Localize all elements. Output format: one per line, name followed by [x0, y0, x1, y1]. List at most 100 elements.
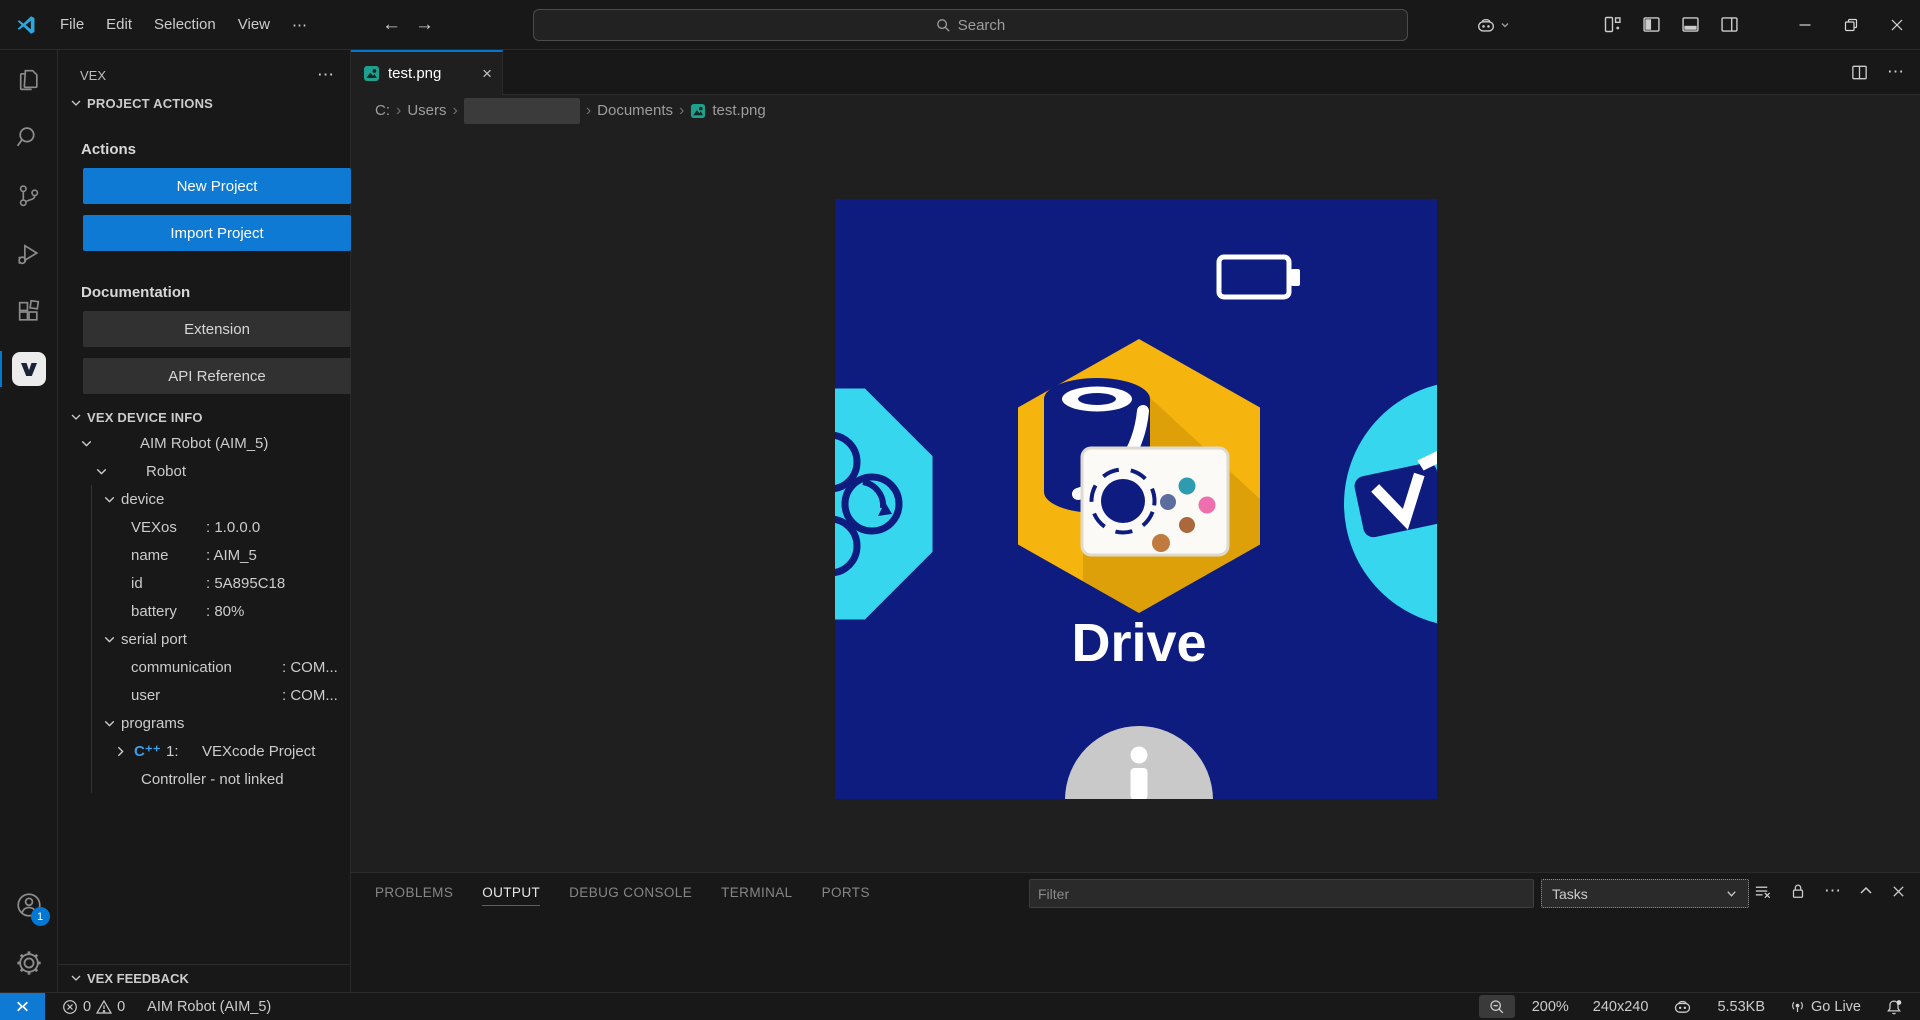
- tree-row[interactable]: AIM Robot (AIM_5): [58, 429, 350, 457]
- image-preview-editor: Drive: [351, 126, 1920, 872]
- import-project-button[interactable]: Import Project: [83, 215, 351, 251]
- chevron-down-icon: [101, 631, 118, 648]
- tree-value: : 1.0.0.0: [206, 519, 260, 536]
- panel-tab-terminal[interactable]: TERMINAL: [721, 881, 792, 906]
- bell-icon: [1885, 998, 1903, 1016]
- breadcrumb-drive[interactable]: C:: [375, 102, 390, 119]
- new-project-button[interactable]: New Project: [83, 168, 351, 204]
- zoom-out-button[interactable]: [1479, 995, 1515, 1018]
- activity-settings[interactable]: [0, 934, 58, 992]
- menu-file[interactable]: File: [49, 10, 95, 40]
- tab-test-png[interactable]: test.png ×: [351, 50, 503, 95]
- chevron-right-icon: ›: [396, 102, 401, 120]
- close-window-button[interactable]: [1874, 0, 1920, 50]
- menu-view[interactable]: View: [227, 10, 281, 40]
- remote-indicator[interactable]: [0, 993, 45, 1020]
- maximize-panel-icon[interactable]: [1858, 883, 1874, 899]
- lock-scroll-icon[interactable]: [1789, 882, 1807, 900]
- forward-arrow-icon[interactable]: →: [415, 14, 434, 36]
- command-center-search[interactable]: Search: [533, 9, 1408, 41]
- tree-row[interactable]: battery: 80%: [58, 597, 350, 625]
- customize-layout-icon[interactable]: [1602, 14, 1623, 35]
- clear-output-icon[interactable]: [1753, 882, 1772, 901]
- file-size-status[interactable]: 5.53KB: [1710, 999, 1772, 1015]
- tab-close-icon[interactable]: ×: [482, 64, 492, 84]
- tree-row[interactable]: id: 5A895C18: [58, 569, 350, 597]
- tree-row[interactable]: serial port: [58, 625, 350, 653]
- tree-row[interactable]: device: [58, 485, 350, 513]
- panel-more-icon[interactable]: ⋯: [1824, 881, 1841, 901]
- panel-tab-debug-console[interactable]: DEBUG CONSOLE: [569, 881, 692, 906]
- tree-row[interactable]: communication: COM...: [58, 653, 350, 681]
- remote-icon: [15, 999, 30, 1014]
- sidebar-more-icon[interactable]: ⋯: [317, 65, 334, 85]
- robot-status-icon[interactable]: [1665, 996, 1700, 1017]
- tree-value: : 80%: [206, 603, 244, 620]
- api-reference-button[interactable]: API Reference: [83, 358, 351, 394]
- search-icon: [15, 124, 42, 151]
- toggle-sidebar-icon[interactable]: [1641, 14, 1662, 35]
- activity-bar: 1: [0, 50, 58, 992]
- extension-docs-button[interactable]: Extension: [83, 311, 351, 347]
- tree-row[interactable]: VEXos: 1.0.0.0: [58, 513, 350, 541]
- activity-account[interactable]: 1: [0, 876, 58, 934]
- breadcrumb-documents[interactable]: Documents: [597, 102, 673, 119]
- chevron-right-icon: ›: [453, 102, 458, 120]
- zoom-level-status[interactable]: 200%: [1525, 999, 1576, 1015]
- menu-edit[interactable]: Edit: [95, 10, 143, 40]
- close-panel-icon[interactable]: [1891, 884, 1906, 899]
- indent-guide: [91, 485, 92, 793]
- tree-label: device: [121, 491, 164, 508]
- activity-vex[interactable]: [0, 340, 58, 398]
- split-editor-icon[interactable]: [1850, 63, 1869, 82]
- panel-tab-problems[interactable]: PROBLEMS: [375, 881, 453, 906]
- tree-row[interactable]: Controller - not linked: [58, 765, 350, 793]
- panel-tab-ports[interactable]: PORTS: [822, 881, 870, 906]
- tree-row[interactable]: C⁺⁺1:VEXcode Project: [58, 737, 350, 765]
- menu-selection[interactable]: Selection: [143, 10, 227, 40]
- breadcrumb-users[interactable]: Users: [407, 102, 446, 119]
- zoom-out-icon: [1488, 998, 1505, 1015]
- title-bar: File Edit Selection View ⋯ ← → Search: [0, 0, 1920, 50]
- image-dimensions-status[interactable]: 240x240: [1586, 999, 1656, 1015]
- copilot-icon: [1475, 14, 1497, 36]
- history-navigation: ← →: [382, 14, 434, 36]
- restore-button[interactable]: [1828, 0, 1874, 50]
- editor-more-icon[interactable]: ⋯: [1887, 62, 1904, 82]
- image-file-icon: [690, 103, 706, 119]
- toggle-secondary-sidebar-icon[interactable]: [1719, 14, 1740, 35]
- breadcrumb-file[interactable]: test.png: [712, 102, 765, 119]
- tree-row[interactable]: user: COM...: [58, 681, 350, 709]
- tree-value: VEXcode Project: [202, 743, 315, 760]
- device-status[interactable]: AIM Robot (AIM_5): [140, 999, 278, 1015]
- go-live-button[interactable]: Go Live: [1782, 998, 1868, 1015]
- tree-label: programs: [121, 715, 184, 732]
- activity-explorer[interactable]: [0, 50, 58, 108]
- activity-extensions[interactable]: [0, 282, 58, 340]
- activity-search[interactable]: [0, 108, 58, 166]
- output-filter-input[interactable]: [1029, 879, 1534, 908]
- activity-run-debug[interactable]: [0, 224, 58, 282]
- chevron-down-icon: [68, 970, 84, 986]
- copilot-button[interactable]: [1475, 14, 1510, 36]
- section-vex-feedback[interactable]: VEX FEEDBACK: [58, 964, 350, 992]
- chevron-down-icon: [101, 715, 118, 732]
- problems-status[interactable]: 0 0: [55, 999, 132, 1015]
- section-project-actions[interactable]: PROJECT ACTIONS: [58, 91, 350, 115]
- minimize-button[interactable]: [1782, 0, 1828, 50]
- toggle-panel-icon[interactable]: [1680, 14, 1701, 35]
- sidebar-title: VEX: [80, 68, 106, 83]
- back-arrow-icon[interactable]: ←: [382, 14, 401, 36]
- redacted-username[interactable]: [464, 98, 580, 124]
- cpp-file-icon: C⁺⁺: [134, 742, 160, 760]
- tree-row[interactable]: Robot: [58, 457, 350, 485]
- notifications-bell[interactable]: [1878, 998, 1910, 1016]
- output-channel-dropdown[interactable]: Tasks: [1541, 879, 1749, 908]
- tree-row[interactable]: programs: [58, 709, 350, 737]
- menu-more-icon[interactable]: ⋯: [281, 10, 318, 40]
- section-vex-device-info[interactable]: VEX DEVICE INFO: [58, 405, 350, 429]
- panel-tab-output[interactable]: OUTPUT: [482, 881, 540, 906]
- search-icon: [936, 18, 951, 33]
- tree-row[interactable]: name: AIM_5: [58, 541, 350, 569]
- activity-source-control[interactable]: [0, 166, 58, 224]
